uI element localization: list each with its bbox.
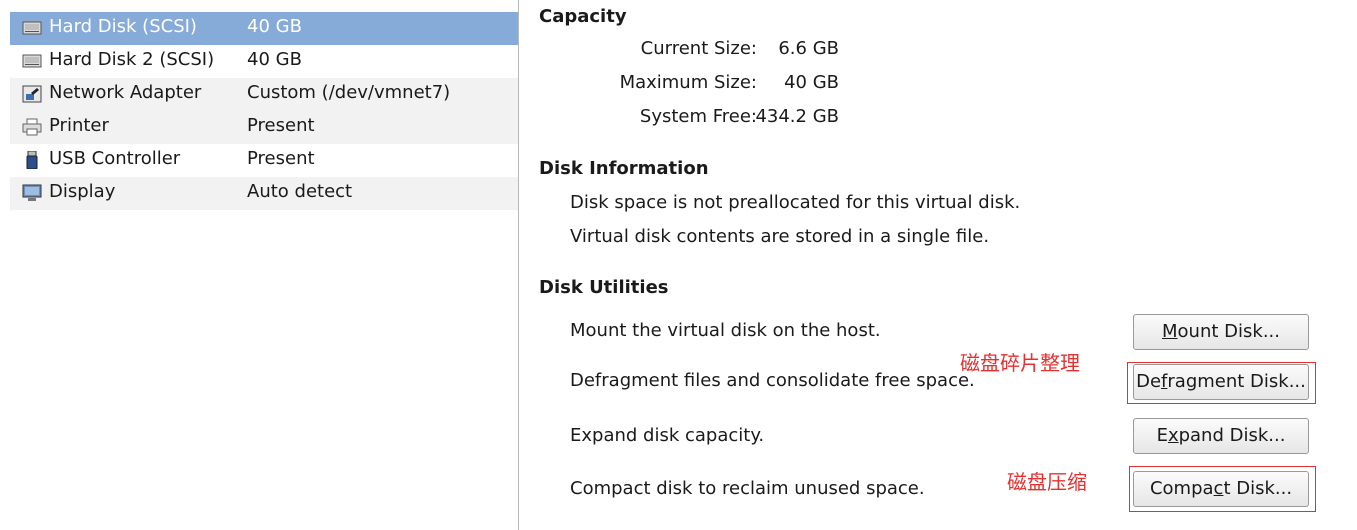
mount-disk-button[interactable]: Mount Disk... xyxy=(1133,314,1309,350)
capacity-title: Capacity xyxy=(539,6,627,27)
device-name: USB Controller xyxy=(49,148,181,169)
device-summary: Present xyxy=(247,148,315,169)
device-summary: 40 GB xyxy=(247,49,302,70)
device-row-network-adapter[interactable]: Network Adapter Custom (/dev/vmnet7) xyxy=(10,78,518,111)
current-size-value: 6.6 GB xyxy=(778,38,839,59)
device-summary: Auto detect xyxy=(247,181,353,202)
network-adapter-icon xyxy=(22,85,42,103)
hard-disk-icon xyxy=(22,19,42,37)
compact-highlight-box xyxy=(1129,466,1316,512)
device-row-printer[interactable]: Printer Present xyxy=(10,111,518,144)
device-row-display[interactable]: Display Auto detect xyxy=(10,177,518,210)
device-list: Hard Disk (SCSI) 40 GB Hard Disk 2 (SCSI… xyxy=(0,0,519,530)
maximum-size-label: Maximum Size: xyxy=(619,72,757,93)
compact-description: Compact disk to reclaim unused space. xyxy=(570,478,925,499)
display-icon xyxy=(22,184,42,202)
system-free-value: 434.2 GB xyxy=(755,106,839,127)
device-name: Hard Disk (SCSI) xyxy=(49,16,197,37)
defragment-description: Defragment files and consolidate free sp… xyxy=(570,370,975,391)
defragment-highlight-box xyxy=(1127,362,1316,404)
disk-info-line: Virtual disk contents are stored in a si… xyxy=(570,226,990,247)
device-name: Hard Disk 2 (SCSI) xyxy=(49,49,215,70)
device-summary: Present xyxy=(247,115,315,136)
device-row-hard-disk-2[interactable]: Hard Disk 2 (SCSI) 40 GB xyxy=(10,45,518,78)
disk-info-line: Disk space is not preallocated for this … xyxy=(570,192,1021,213)
printer-icon xyxy=(22,118,42,136)
device-row-hard-disk[interactable]: Hard Disk (SCSI) 40 GB xyxy=(10,12,518,45)
usb-icon xyxy=(22,151,42,169)
current-size-label: Current Size: xyxy=(640,38,757,59)
mount-description: Mount the virtual disk on the host. xyxy=(570,320,881,341)
expand-disk-button[interactable]: Expand Disk... xyxy=(1133,418,1309,454)
disk-information-title: Disk Information xyxy=(539,158,709,179)
compact-annotation: 磁盘压缩 xyxy=(1007,470,1087,494)
disk-utilities-title: Disk Utilities xyxy=(539,277,669,298)
device-summary: Custom (/dev/vmnet7) xyxy=(247,82,451,103)
hard-disk-icon xyxy=(22,52,42,70)
defragment-annotation: 磁盘碎片整理 xyxy=(960,351,1080,375)
device-name: Printer xyxy=(49,115,109,136)
device-summary: 40 GB xyxy=(247,16,302,37)
device-name: Network Adapter xyxy=(49,82,202,103)
system-free-label: System Free: xyxy=(639,106,757,127)
maximum-size-value: 40 GB xyxy=(784,72,839,93)
device-name: Display xyxy=(49,181,116,202)
disk-details-panel: Capacity Current Size: 6.6 GB Maximum Si… xyxy=(519,0,1357,530)
expand-description: Expand disk capacity. xyxy=(570,425,765,446)
device-row-usb-controller[interactable]: USB Controller Present xyxy=(10,144,518,177)
